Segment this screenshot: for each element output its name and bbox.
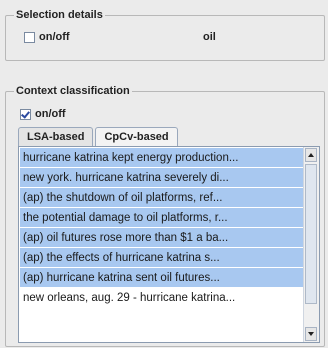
context-checkbox-box[interactable] [20, 108, 31, 120]
scroll-down-button[interactable] [305, 327, 317, 341]
selection-details-title: Selection details [14, 8, 105, 22]
list-item[interactable]: (ap) the shutdown of oil platforms, ref.… [20, 188, 304, 208]
context-classification-group: Context classification on/off LSA-based … [5, 84, 325, 347]
arrow-down-icon [308, 332, 314, 336]
list-item[interactable]: (ap) hurricane katrina sent oil futures.… [20, 268, 304, 288]
list-item[interactable]: new orleans, aug. 29 - hurricane katrina… [20, 288, 304, 308]
list-item[interactable]: hurricane katrina kept energy production… [20, 148, 304, 168]
context-checkbox-label: on/off [35, 108, 66, 120]
context-classification-title: Context classification [14, 84, 132, 98]
results-list-panel: hurricane katrina kept energy production… [18, 146, 320, 343]
selection-checkbox-box[interactable] [24, 31, 35, 43]
scroll-thumb[interactable] [305, 164, 317, 304]
classification-tabs: LSA-based CpCv-based [18, 127, 180, 147]
selection-details-group: Selection details on/off oil [5, 8, 325, 61]
results-list[interactable]: hurricane katrina kept energy production… [20, 148, 304, 308]
tab-lsa-based[interactable]: LSA-based [18, 127, 94, 146]
scroll-up-button[interactable] [305, 148, 317, 162]
selection-checkbox-label: on/off [39, 31, 70, 43]
arrow-up-icon [308, 153, 314, 157]
list-scrollbar[interactable] [303, 147, 319, 342]
list-item[interactable]: the potential damage to oil platforms, r… [20, 208, 304, 228]
selection-value: oil [203, 31, 216, 43]
tab-cpcv-based[interactable]: CpCv-based [95, 127, 178, 147]
list-item[interactable]: (ap) the effects of hurricane katrina s.… [20, 248, 304, 268]
context-onoff-checkbox[interactable]: on/off [20, 107, 66, 121]
list-item[interactable]: (ap) oil futures rose more than $1 a ba.… [20, 228, 304, 248]
list-item[interactable]: new york. hurricane katrina severely di.… [20, 168, 304, 188]
selection-onoff-checkbox[interactable]: on/off [24, 30, 70, 44]
